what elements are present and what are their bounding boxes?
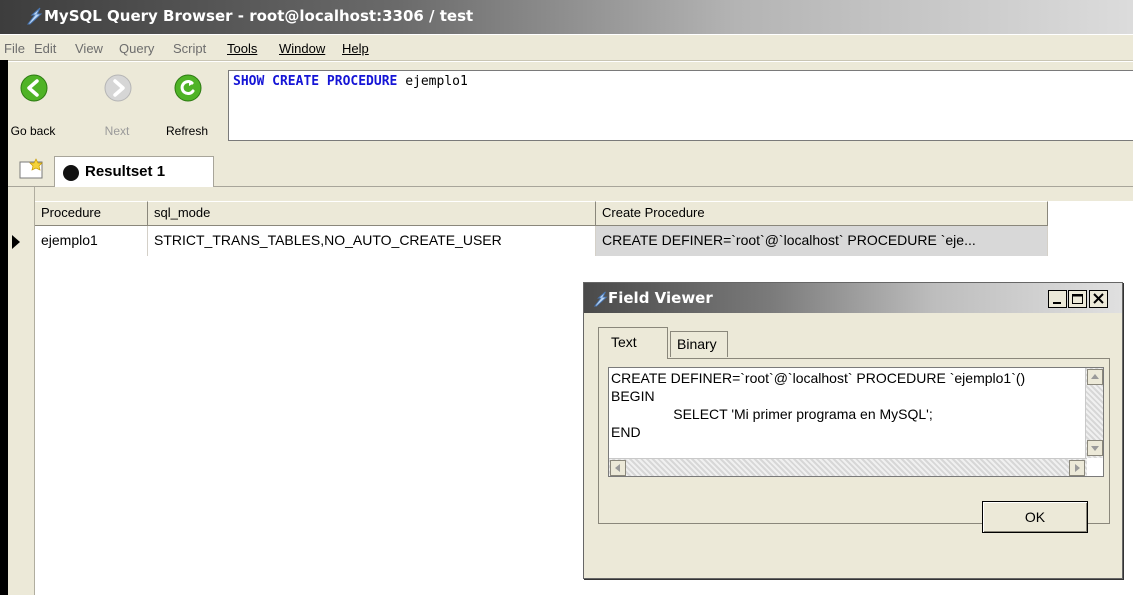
horizontal-scrollbar[interactable] xyxy=(609,458,1087,476)
go-back-button[interactable]: Go back xyxy=(8,66,58,138)
window-title: MySQL Query Browser - root@localhost:330… xyxy=(44,7,474,25)
minimize-icon xyxy=(1053,302,1061,304)
current-row-indicator-icon xyxy=(12,235,20,249)
triangle-down-icon xyxy=(1091,446,1099,451)
tab-binary[interactable]: Binary xyxy=(670,331,728,357)
tab-text[interactable]: Text xyxy=(598,327,668,359)
ok-button[interactable]: OK xyxy=(982,501,1088,533)
query-keywords: SHOW CREATE PROCEDURE xyxy=(233,74,398,89)
maximize-icon xyxy=(1072,294,1083,304)
field-value-textarea[interactable]: CREATE DEFINER=`root`@`localhost` PROCED… xyxy=(608,367,1104,477)
next-button[interactable]: Next xyxy=(92,66,142,138)
maximize-button[interactable] xyxy=(1068,290,1087,308)
menu-file[interactable]: File xyxy=(4,41,25,56)
field-value-content: CREATE DEFINER=`root`@`localhost` PROCED… xyxy=(611,370,1026,440)
menu-help[interactable]: Help xyxy=(342,41,369,56)
scroll-down-button[interactable] xyxy=(1087,440,1103,456)
query-argument: ejemplo1 xyxy=(397,74,468,89)
menu-bar: File Edit View Query Script Tools Window… xyxy=(0,34,1133,61)
result-tabstrip: Resultset 1 xyxy=(8,142,1133,188)
vertical-scrollbar[interactable] xyxy=(1085,368,1103,458)
scroll-left-button[interactable] xyxy=(610,460,626,476)
menu-view[interactable]: View xyxy=(75,41,103,56)
triangle-right-icon xyxy=(1075,464,1080,472)
field-viewer-dialog: Field Viewer Text Binary CREATE DEFINER=… xyxy=(583,282,1123,579)
column-header-procedure[interactable]: Procedure xyxy=(35,201,148,226)
dialog-title-bar[interactable]: Field Viewer xyxy=(584,283,1122,313)
grid-header-band xyxy=(35,187,1133,201)
refresh-button[interactable]: Refresh xyxy=(162,66,212,138)
menu-window[interactable]: Window xyxy=(279,41,325,56)
triangle-up-icon xyxy=(1091,374,1099,379)
title-bar[interactable]: MySQL Query Browser - root@localhost:330… xyxy=(0,0,1133,34)
arrow-right-icon xyxy=(104,74,132,102)
app-window: MySQL Query Browser - root@localhost:330… xyxy=(0,0,1133,595)
query-editor[interactable]: SHOW CREATE PROCEDURE ejemplo1 xyxy=(228,70,1133,141)
menu-script[interactable]: Script xyxy=(173,41,206,56)
tab-resultset-1[interactable]: Resultset 1 xyxy=(54,156,214,188)
cell-sql-mode[interactable]: STRICT_TRANS_TABLES,NO_AUTO_CREATE_USER xyxy=(148,226,596,256)
close-button[interactable] xyxy=(1089,290,1108,308)
triangle-left-icon xyxy=(615,464,620,472)
menu-tools[interactable]: Tools xyxy=(227,41,257,56)
dolphin-icon xyxy=(593,291,608,307)
refresh-icon xyxy=(174,74,202,102)
resultset-icon xyxy=(63,165,79,181)
dolphin-icon xyxy=(26,7,43,25)
menu-query[interactable]: Query xyxy=(119,41,154,56)
cell-create-procedure[interactable]: CREATE DEFINER=`root`@`localhost` PROCED… xyxy=(596,226,1048,256)
next-label: Next xyxy=(104,124,130,138)
cell-procedure[interactable]: ejemplo1 xyxy=(35,226,148,256)
column-header-sql-mode[interactable]: sql_mode xyxy=(148,201,596,226)
scroll-right-button[interactable] xyxy=(1069,460,1085,476)
scroll-up-button[interactable] xyxy=(1087,369,1103,385)
dialog-title: Field Viewer xyxy=(608,289,713,307)
column-header-create-procedure[interactable]: Create Procedure xyxy=(596,201,1048,226)
minimize-button[interactable] xyxy=(1048,290,1067,308)
tab-resultset-label: Resultset 1 xyxy=(85,163,166,180)
new-tab-icon[interactable] xyxy=(19,158,45,180)
close-icon xyxy=(1093,293,1104,304)
refresh-label: Refresh xyxy=(165,124,209,138)
row-indicator-column xyxy=(8,187,35,595)
go-back-label: Go back xyxy=(10,124,56,138)
arrow-left-icon xyxy=(20,74,48,102)
left-frame-border xyxy=(0,60,8,595)
menu-edit[interactable]: Edit xyxy=(34,41,56,56)
